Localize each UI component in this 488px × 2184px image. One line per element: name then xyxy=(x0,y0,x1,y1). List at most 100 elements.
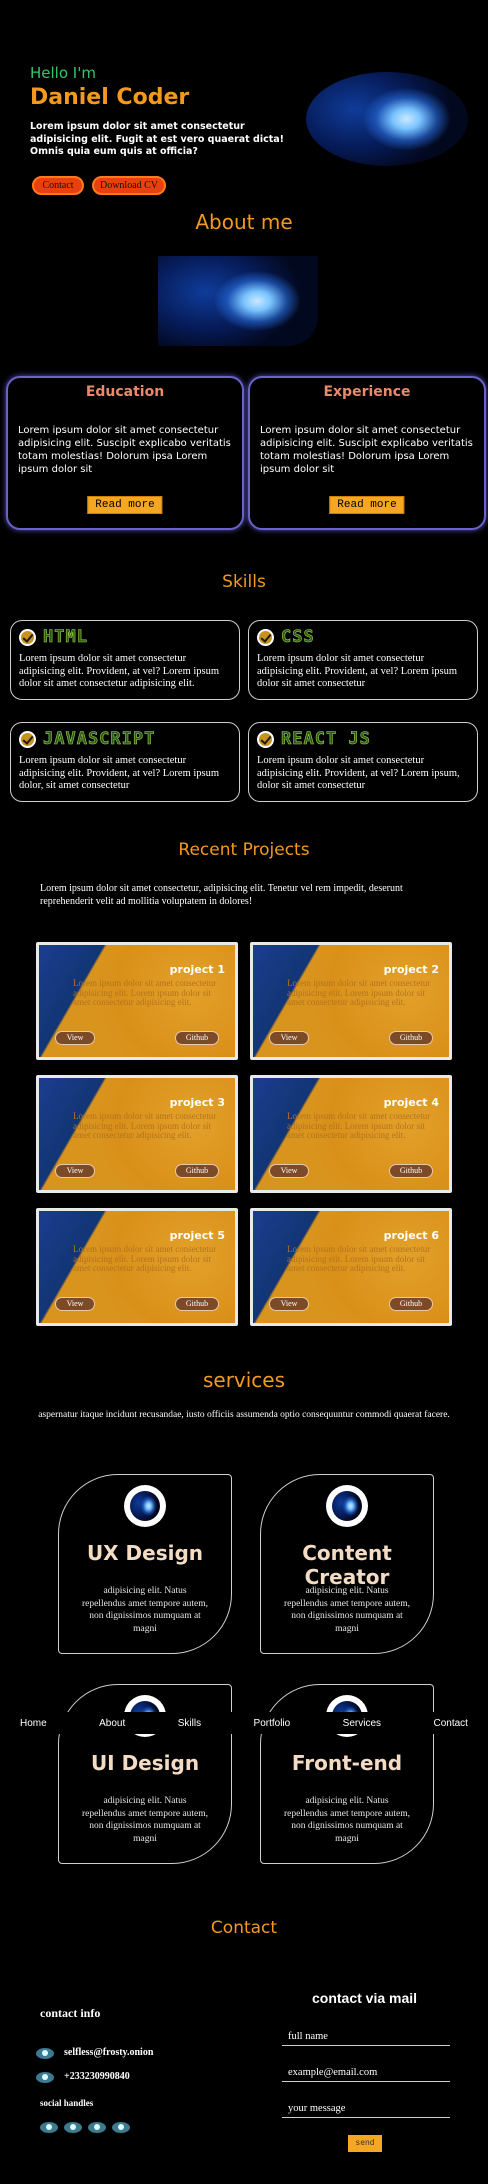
skill-name: HTML xyxy=(43,627,88,648)
contact-info-title: contact info xyxy=(40,2006,101,2020)
project-title: project 2 xyxy=(383,963,439,976)
check-icon xyxy=(19,731,36,748)
project-text: Lorem ipsum dolor sit amet consectetur a… xyxy=(287,978,431,1007)
social-icon[interactable] xyxy=(64,2122,82,2133)
hero-name: Daniel Coder xyxy=(30,85,190,110)
project-card: project 2 Lorem ipsum dolor sit amet cons… xyxy=(250,942,452,1060)
nav-about[interactable]: About xyxy=(99,1718,125,1729)
send-button[interactable]: send xyxy=(348,2135,382,2152)
service-card-frontend: Front-end adipisicing elit. Natus repell… xyxy=(260,1684,434,1864)
email-field[interactable]: example@email.com xyxy=(282,2062,450,2082)
project-github-button[interactable]: Github xyxy=(175,1031,219,1045)
nav-portfolio[interactable]: Portfolio xyxy=(254,1718,291,1729)
nav-services[interactable]: Services xyxy=(343,1718,381,1729)
nav-home[interactable]: Home xyxy=(20,1718,47,1729)
skill-card-javascript: JAVASCRIPT Lorem ipsum dolor sit amet co… xyxy=(10,722,240,802)
project-title: project 5 xyxy=(169,1229,225,1242)
service-text: adipisicing elit. Natus repellendus amet… xyxy=(81,1586,209,1634)
skill-card-css: CSS Lorem ipsum dolor sit amet consectet… xyxy=(248,620,478,700)
email-icon xyxy=(36,2048,54,2059)
project-view-button[interactable]: View xyxy=(269,1297,309,1311)
project-github-button[interactable]: Github xyxy=(175,1164,219,1178)
hero-image xyxy=(306,72,468,166)
project-github-button[interactable]: Github xyxy=(389,1031,433,1045)
social-title: social handles xyxy=(40,2098,94,2108)
service-title: Content Creator xyxy=(302,1541,392,1589)
project-text: Lorem ipsum dolor sit amet consectetur a… xyxy=(287,1111,431,1140)
project-text: Lorem ipsum dolor sit amet consectetur a… xyxy=(73,1111,217,1140)
project-github-button[interactable]: Github xyxy=(389,1164,433,1178)
project-view-button[interactable]: View xyxy=(269,1031,309,1045)
skill-name: CSS xyxy=(281,627,315,648)
service-card-ui: UI Design adipisicing elit. Natus repell… xyxy=(58,1684,232,1864)
skill-name: JAVASCRIPT xyxy=(43,729,156,750)
service-text: adipisicing elit. Natus repellendus amet… xyxy=(283,1586,411,1634)
projects-title: Recent Projects xyxy=(178,840,310,860)
service-text: adipisicing elit. Natus repellendus amet… xyxy=(81,1796,209,1844)
project-card: project 1 Lorem ipsum dolor sit amet cons… xyxy=(36,942,238,1060)
check-icon xyxy=(257,731,274,748)
service-icon xyxy=(124,1485,166,1527)
project-title: project 6 xyxy=(383,1229,439,1242)
service-card-content: Content Creator adipisicing elit. Natus … xyxy=(260,1474,434,1654)
project-text: Lorem ipsum dolor sit amet consectetur a… xyxy=(73,1244,217,1273)
experience-title: Experience xyxy=(323,384,411,400)
download-cv-button[interactable]: Download CV xyxy=(92,176,166,195)
contact-title: Contact xyxy=(210,1918,278,1938)
message-field[interactable]: your message xyxy=(282,2098,450,2118)
social-icon[interactable] xyxy=(88,2122,106,2133)
check-icon xyxy=(19,629,36,646)
social-icon[interactable] xyxy=(40,2122,58,2133)
education-text: Lorem ipsum dolor sit amet consectetur a… xyxy=(18,425,231,475)
contact-email[interactable]: selfless@frosty.onion xyxy=(64,2047,153,2058)
project-card: project 6 Lorem ipsum dolor sit amet cons… xyxy=(250,1208,452,1326)
nav-skills[interactable]: Skills xyxy=(178,1718,201,1729)
experience-read-more-button[interactable]: Read more xyxy=(329,496,405,514)
project-title: project 3 xyxy=(169,1096,225,1109)
social-icon[interactable] xyxy=(112,2122,130,2133)
services-intro: aspernatur itaque incidunt recusandae, i… xyxy=(38,1410,450,1420)
project-card: project 3 Lorem ipsum dolor sit amet cons… xyxy=(36,1075,238,1193)
projects-intro: Lorem ipsum dolor sit amet consectetur, … xyxy=(40,883,403,907)
skill-text: Lorem ipsum dolor sit amet consectetur a… xyxy=(257,755,460,791)
education-card: Education Lorem ipsum dolor sit amet con… xyxy=(6,376,244,530)
navbar: Home About Skills Portfolio Services Con… xyxy=(0,1712,488,1734)
project-github-button[interactable]: Github xyxy=(389,1297,433,1311)
service-text: adipisicing elit. Natus repellendus amet… xyxy=(283,1796,411,1844)
project-card: project 5 Lorem ipsum dolor sit amet cons… xyxy=(36,1208,238,1326)
project-view-button[interactable]: View xyxy=(55,1297,95,1311)
skills-title: Skills xyxy=(222,572,266,592)
project-view-button[interactable]: View xyxy=(55,1164,95,1178)
skill-text: Lorem ipsum dolor sit amet consectetur a… xyxy=(19,653,220,689)
project-card: project 4 Lorem ipsum dolor sit amet cons… xyxy=(250,1075,452,1193)
phone-icon xyxy=(36,2072,54,2083)
project-title: project 4 xyxy=(383,1096,439,1109)
skill-text: Lorem ipsum dolor sit amet consectetur a… xyxy=(19,755,220,791)
project-view-button[interactable]: View xyxy=(269,1164,309,1178)
education-read-more-button[interactable]: Read more xyxy=(87,496,163,514)
skill-text: Lorem ipsum dolor sit amet consectetur a… xyxy=(257,653,458,689)
project-view-button[interactable]: View xyxy=(55,1031,95,1045)
project-github-button[interactable]: Github xyxy=(175,1297,219,1311)
nav-contact[interactable]: Contact xyxy=(433,1718,467,1729)
about-title: About me xyxy=(195,210,293,234)
hero-greeting: Hello I'm xyxy=(30,64,96,82)
education-title: Education xyxy=(85,384,165,400)
about-image xyxy=(158,256,318,346)
hero-description: Lorem ipsum dolor sit amet consectetur a… xyxy=(30,121,284,157)
skill-card-html: HTML Lorem ipsum dolor sit amet consecte… xyxy=(10,620,240,700)
contact-phone[interactable]: +233230990840 xyxy=(64,2071,130,2082)
services-title: services xyxy=(202,1368,286,1392)
service-title: Front-end xyxy=(291,1751,403,1775)
contact-button[interactable]: Contact xyxy=(32,176,84,195)
experience-text: Lorem ipsum dolor sit amet consectetur a… xyxy=(260,425,473,475)
experience-card: Experience Lorem ipsum dolor sit amet co… xyxy=(248,376,486,530)
project-text: Lorem ipsum dolor sit amet consectetur a… xyxy=(287,1244,431,1273)
fullname-field[interactable]: full name xyxy=(282,2026,450,2046)
skill-card-react: REACT JS Lorem ipsum dolor sit amet cons… xyxy=(248,722,478,802)
service-title: UI Design xyxy=(90,1751,200,1775)
skill-name: REACT JS xyxy=(281,729,371,750)
check-icon xyxy=(257,629,274,646)
service-title: UX Design xyxy=(86,1541,204,1565)
service-card-ux: UX Design adipisicing elit. Natus repell… xyxy=(58,1474,232,1654)
